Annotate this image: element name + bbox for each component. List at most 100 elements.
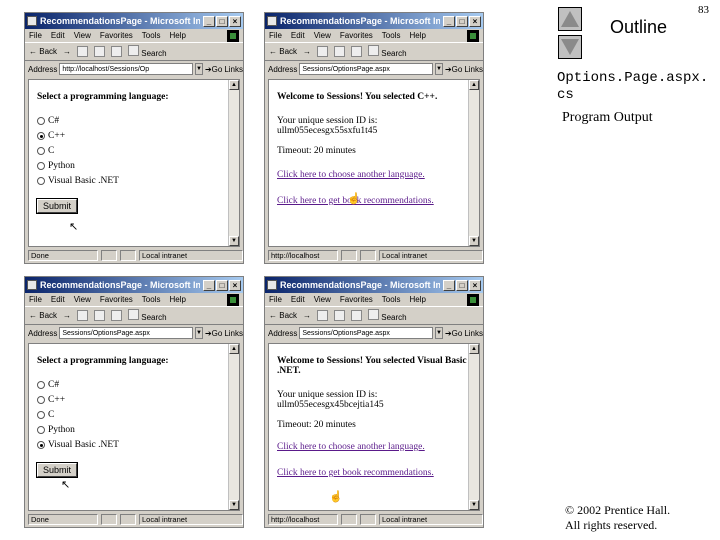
menu-help[interactable]: Help (169, 295, 185, 304)
radio-option[interactable]: Visual Basic .NET (37, 440, 231, 450)
go-button[interactable]: ➔Go (445, 329, 462, 338)
radio-option[interactable]: C (37, 410, 231, 420)
search-button[interactable]: Search (128, 45, 167, 58)
links-button[interactable]: Links (224, 329, 243, 338)
scroll-up-icon[interactable]: ▲ (469, 80, 479, 90)
menu-tools[interactable]: Tools (142, 31, 161, 40)
links-button[interactable]: Links (464, 65, 483, 74)
menu-edit[interactable]: Edit (291, 295, 305, 304)
menu-view[interactable]: View (314, 295, 331, 304)
scroll-down-icon[interactable]: ▼ (469, 500, 479, 510)
back-button[interactable]: ← Back (269, 311, 297, 320)
menu-view[interactable]: View (74, 31, 91, 40)
radio-option[interactable]: C (37, 146, 231, 156)
vertical-scrollbar[interactable]: ▲ ▼ (468, 80, 479, 246)
links-button[interactable]: Links (224, 65, 243, 74)
refresh-icon[interactable] (94, 46, 106, 57)
vertical-scrollbar[interactable]: ▲ ▼ (228, 344, 239, 510)
vertical-scrollbar[interactable]: ▲ ▼ (228, 80, 239, 246)
radio-option[interactable]: C++ (37, 131, 231, 141)
address-dropdown[interactable]: ▼ (194, 327, 203, 339)
scroll-up-icon[interactable]: ▲ (469, 344, 479, 354)
radio-option[interactable]: Python (37, 425, 231, 435)
home-icon[interactable] (111, 46, 123, 57)
menu-favorites[interactable]: Favorites (100, 295, 133, 304)
search-button[interactable]: Search (368, 309, 407, 322)
refresh-icon[interactable] (94, 310, 106, 321)
address-input[interactable]: Sessions/OptionsPage.aspx (299, 327, 433, 339)
back-button[interactable]: ← Back (29, 311, 57, 320)
home-icon[interactable] (351, 46, 363, 57)
address-dropdown[interactable]: ▼ (194, 63, 203, 75)
menu-file[interactable]: File (29, 295, 42, 304)
radio-button[interactable] (37, 162, 45, 170)
radio-button[interactable] (37, 426, 45, 434)
close-button[interactable]: × (469, 15, 481, 27)
menu-file[interactable]: File (29, 31, 42, 40)
radio-button-selected[interactable] (37, 132, 45, 140)
address-dropdown[interactable]: ▼ (434, 63, 443, 75)
close-button[interactable]: × (229, 15, 241, 27)
scroll-down-icon[interactable]: ▼ (229, 500, 239, 510)
scroll-down-icon[interactable]: ▼ (229, 236, 239, 246)
radio-button[interactable] (37, 396, 45, 404)
menu-help[interactable]: Help (169, 31, 185, 40)
menu-edit[interactable]: Edit (51, 31, 65, 40)
links-button[interactable]: Links (464, 329, 483, 338)
close-button[interactable]: × (229, 279, 241, 291)
menu-file[interactable]: File (269, 295, 282, 304)
maximize-button[interactable]: □ (216, 15, 228, 27)
forward-button[interactable]: → (303, 311, 311, 320)
radio-button[interactable] (37, 381, 45, 389)
close-button[interactable]: × (469, 279, 481, 291)
stop-icon[interactable] (77, 310, 89, 321)
maximize-button[interactable]: □ (456, 279, 468, 291)
radio-button[interactable] (37, 147, 45, 155)
forward-button[interactable]: → (303, 47, 311, 56)
menu-view[interactable]: View (314, 31, 331, 40)
radio-button[interactable] (37, 177, 45, 185)
stop-icon[interactable] (77, 46, 89, 57)
choose-language-link[interactable]: Click here to choose another language. (277, 442, 471, 452)
home-icon[interactable] (111, 310, 123, 321)
radio-button-selected[interactable] (37, 441, 45, 449)
search-button[interactable]: Search (368, 45, 407, 58)
vertical-scrollbar[interactable]: ▲ ▼ (468, 344, 479, 510)
radio-option[interactable]: C# (37, 116, 231, 126)
radio-option[interactable]: C++ (37, 395, 231, 405)
search-button[interactable]: Search (128, 309, 167, 322)
submit-button[interactable]: Submit (35, 198, 79, 214)
refresh-icon[interactable] (334, 310, 346, 321)
back-button[interactable]: ← Back (29, 47, 57, 56)
menu-tools[interactable]: Tools (142, 295, 161, 304)
stop-icon[interactable] (317, 46, 329, 57)
forward-button[interactable]: → (63, 311, 71, 320)
menu-help[interactable]: Help (409, 295, 425, 304)
submit-button[interactable]: Submit (35, 462, 79, 478)
previous-slide-button[interactable] (558, 7, 582, 31)
go-button[interactable]: ➔Go (205, 65, 222, 74)
menu-edit[interactable]: Edit (51, 295, 65, 304)
stop-icon[interactable] (317, 310, 329, 321)
home-icon[interactable] (351, 310, 363, 321)
address-input[interactable]: http://localhost/Sessions/Op (59, 63, 193, 75)
menu-file[interactable]: File (269, 31, 282, 40)
minimize-button[interactable]: _ (443, 279, 455, 291)
menu-tools[interactable]: Tools (382, 295, 401, 304)
minimize-button[interactable]: _ (203, 279, 215, 291)
radio-option[interactable]: Visual Basic .NET (37, 176, 231, 186)
radio-option[interactable]: Python (37, 161, 231, 171)
minimize-button[interactable]: _ (443, 15, 455, 27)
book-recommendations-link[interactable]: Click here to get book recommendations. (277, 468, 471, 478)
minimize-button[interactable]: _ (203, 15, 215, 27)
scroll-down-icon[interactable]: ▼ (469, 236, 479, 246)
menu-tools[interactable]: Tools (382, 31, 401, 40)
address-dropdown[interactable]: ▼ (434, 327, 443, 339)
forward-button[interactable]: → (63, 47, 71, 56)
refresh-icon[interactable] (334, 46, 346, 57)
back-button[interactable]: ← Back (269, 47, 297, 56)
menu-help[interactable]: Help (409, 31, 425, 40)
menu-favorites[interactable]: Favorites (100, 31, 133, 40)
menu-favorites[interactable]: Favorites (340, 31, 373, 40)
menu-favorites[interactable]: Favorites (340, 295, 373, 304)
